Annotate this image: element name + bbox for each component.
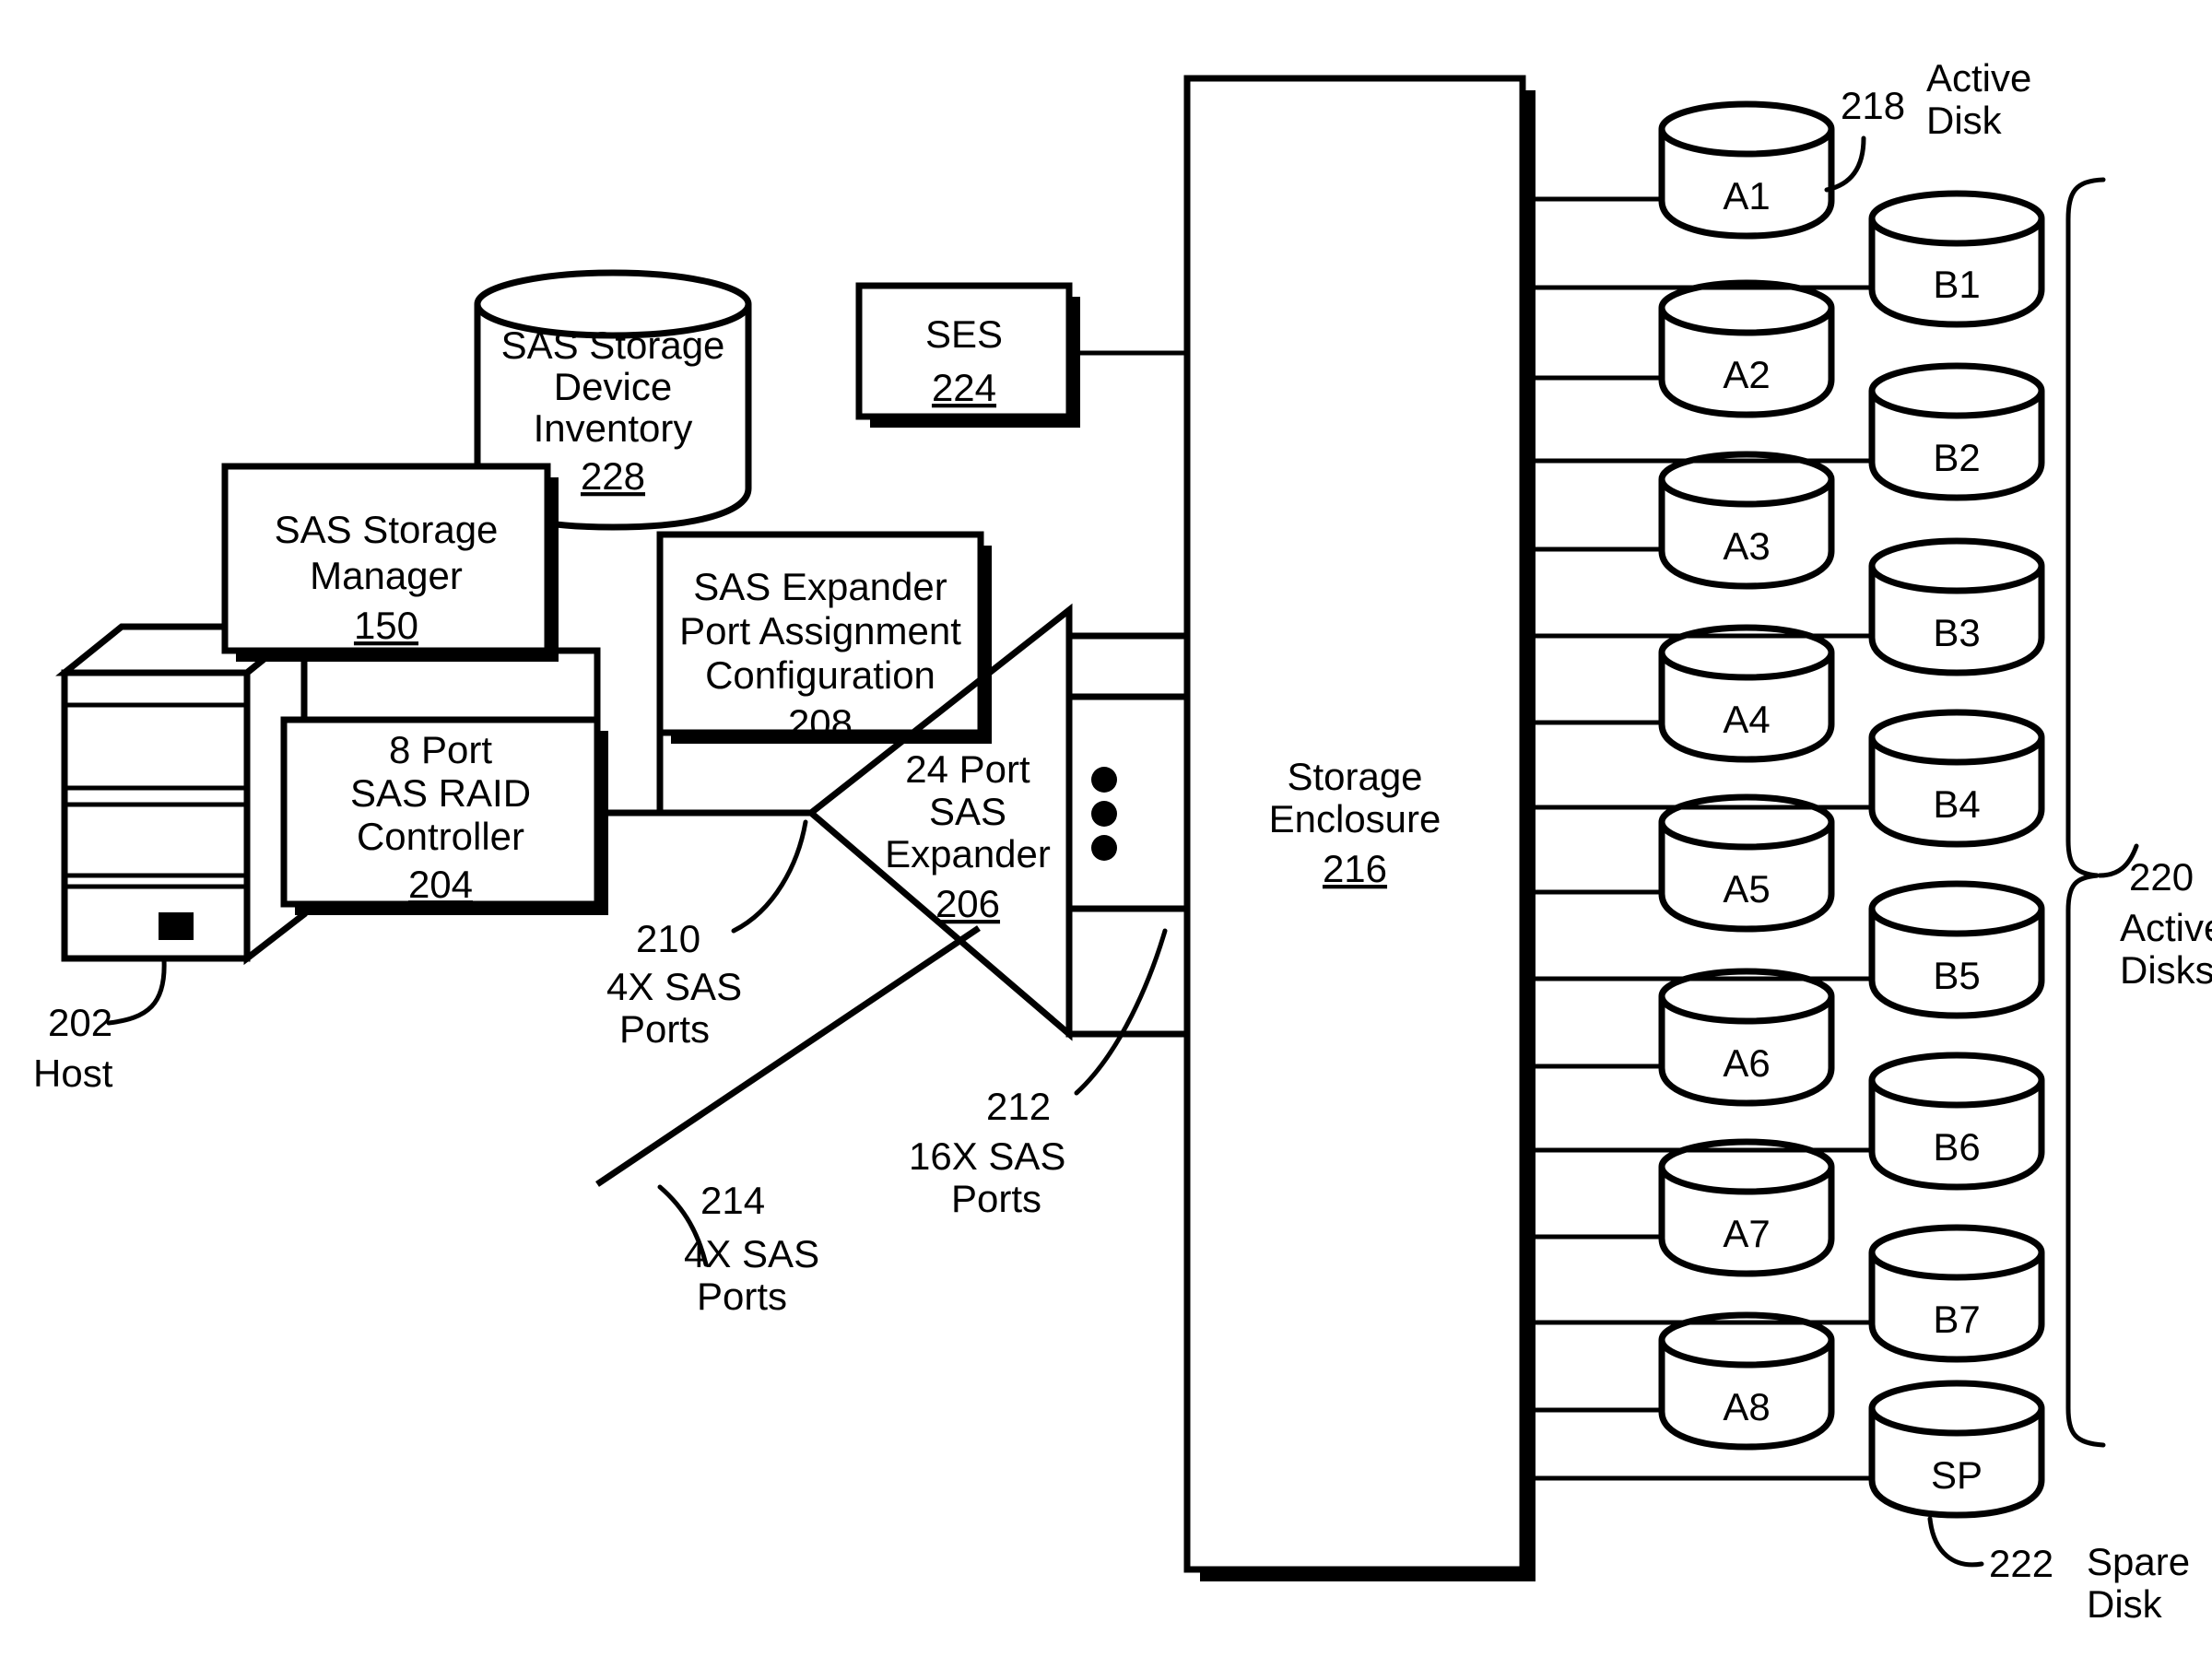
disk-link-lines-a	[1523, 196, 1659, 1413]
inventory-line3: Inventory	[534, 406, 693, 450]
ports-210-leader-line	[731, 819, 808, 934]
disk-b1-label: B1	[1933, 263, 1980, 306]
disk-a4-label: A4	[1723, 698, 1770, 741]
host-leader-line	[106, 958, 167, 1026]
disk-a6[interactable]: A6	[1658, 968, 1835, 1107]
sas-storage-manager-ref-number: 150	[354, 604, 418, 647]
expander-line3: Expander	[885, 832, 1051, 876]
disk-b6[interactable]: B6	[1868, 1052, 2045, 1191]
figure-canvas: 202 Host SAS Storage Device Inventory 22…	[0, 0, 2212, 1657]
disk-a6-label: A6	[1723, 1041, 1770, 1085]
spare-disk-line1: Spare	[2087, 1540, 2190, 1583]
spare-disk-leader-line	[1927, 1516, 1984, 1568]
active-disk-ref-number: 218	[1841, 84, 1905, 127]
disk-b5[interactable]: B5	[1868, 880, 2045, 1019]
disk-b1[interactable]: B1	[1868, 190, 2045, 328]
disk-b7-label: B7	[1933, 1298, 1980, 1341]
enclosure-ref-number: 216	[1323, 847, 1387, 890]
ellipsis-dot-3	[1091, 835, 1117, 861]
ports-214-ref-number: 214	[700, 1179, 765, 1222]
disk-b6-label: B6	[1933, 1125, 1980, 1169]
disk-a2-label: A2	[1723, 353, 1770, 396]
active-disks-line1: Active	[2120, 906, 2212, 949]
disk-a7-label: A7	[1723, 1212, 1770, 1255]
enclosure-line2: Enclosure	[1269, 797, 1441, 840]
raid-controller-line2: SAS RAID	[350, 771, 531, 815]
disk-a7[interactable]: A7	[1658, 1138, 1835, 1277]
expander-enclosure-port-block	[1065, 632, 1193, 1038]
disk-a3-label: A3	[1723, 524, 1770, 568]
spare-disk-ref-number: 222	[1989, 1542, 2053, 1585]
disk-a5[interactable]: A5	[1658, 793, 1835, 933]
active-disks-line2: Disks	[2120, 948, 2212, 992]
active-disks-ref-number: 220	[2129, 855, 2194, 899]
disk-b5-label: B5	[1933, 954, 1980, 997]
raid-controller-line1: 8 Port	[389, 728, 492, 771]
disk-a5-label: A5	[1723, 867, 1770, 911]
inventory-line2: Device	[554, 365, 672, 408]
host-label: Host	[33, 1052, 113, 1095]
ses-ref-number: 224	[932, 366, 996, 409]
disk-b2-label: B2	[1933, 436, 1980, 479]
port-assignment-ref-number: 208	[788, 701, 853, 745]
ports-212-ref-number: 212	[986, 1085, 1051, 1128]
ellipsis-dot-1	[1091, 767, 1117, 793]
active-disk-line2: Disk	[1926, 99, 2003, 142]
host-computer-icon	[55, 619, 313, 966]
active-disk-line1: Active	[1926, 56, 2031, 100]
ports-212-line1: 16X SAS	[909, 1134, 1065, 1178]
expander-ref-number: 206	[935, 882, 1000, 925]
disk-sp-label: SP	[1931, 1453, 1983, 1497]
disk-b4-label: B4	[1933, 782, 1980, 826]
disk-a8-label: A8	[1723, 1385, 1770, 1428]
port-assignment-line2: Port Assignment	[679, 609, 961, 652]
disk-b2[interactable]: B2	[1868, 362, 2045, 501]
inventory-ref-number: 228	[581, 454, 645, 498]
ports-214-line1: 4X SAS	[684, 1232, 819, 1275]
host-ref-number: 202	[48, 1001, 112, 1044]
disk-a1[interactable]: A1	[1658, 100, 1835, 240]
disk-b4[interactable]: B4	[1868, 709, 2045, 848]
port-assignment-line1: SAS Expander	[693, 565, 947, 608]
raid-controller-line3: Controller	[357, 815, 524, 858]
disk-b3[interactable]: B3	[1868, 537, 2045, 676]
raid-controller-ref-number: 204	[408, 863, 473, 906]
disk-a3[interactable]: A3	[1658, 451, 1835, 590]
ports-210-line1: 4X SAS	[606, 965, 742, 1008]
inventory-line1: SAS Storage	[501, 323, 725, 367]
disk-a8[interactable]: A8	[1658, 1311, 1835, 1451]
disk-b3-label: B3	[1933, 611, 1980, 654]
ses-label: SES	[925, 312, 1003, 356]
expander-line2: SAS	[929, 790, 1006, 833]
disk-sp[interactable]: SP	[1868, 1380, 2045, 1519]
port-block-middle	[1065, 693, 1193, 912]
sas-storage-manager-line2: Manager	[310, 554, 463, 597]
disk-a4[interactable]: A4	[1658, 624, 1835, 763]
port-block-top	[1065, 632, 1193, 700]
spare-disk-line2: Disk	[2087, 1582, 2163, 1626]
ports-210-line2: Ports	[619, 1007, 710, 1051]
disk-a2[interactable]: A2	[1658, 279, 1835, 418]
disk-b7[interactable]: B7	[1868, 1224, 2045, 1363]
disk-a1-label: A1	[1723, 174, 1770, 217]
port-assignment-line3: Configuration	[705, 653, 935, 697]
ports-214-line2: Ports	[697, 1275, 787, 1318]
sas-storage-diagram: 202 Host SAS Storage Device Inventory 22…	[33, 56, 2212, 1626]
ports-212-line2: Ports	[951, 1177, 1041, 1220]
sas-storage-manager-line1: SAS Storage	[275, 508, 499, 551]
ellipsis-dot-2	[1091, 801, 1117, 827]
active-disks-brace	[2065, 177, 2106, 1448]
ports-210-ref-number: 210	[636, 917, 700, 960]
expander-line1: 24 Port	[905, 747, 1030, 791]
port-block-bottom	[1065, 905, 1193, 1038]
enclosure-line1: Storage	[1287, 755, 1422, 798]
